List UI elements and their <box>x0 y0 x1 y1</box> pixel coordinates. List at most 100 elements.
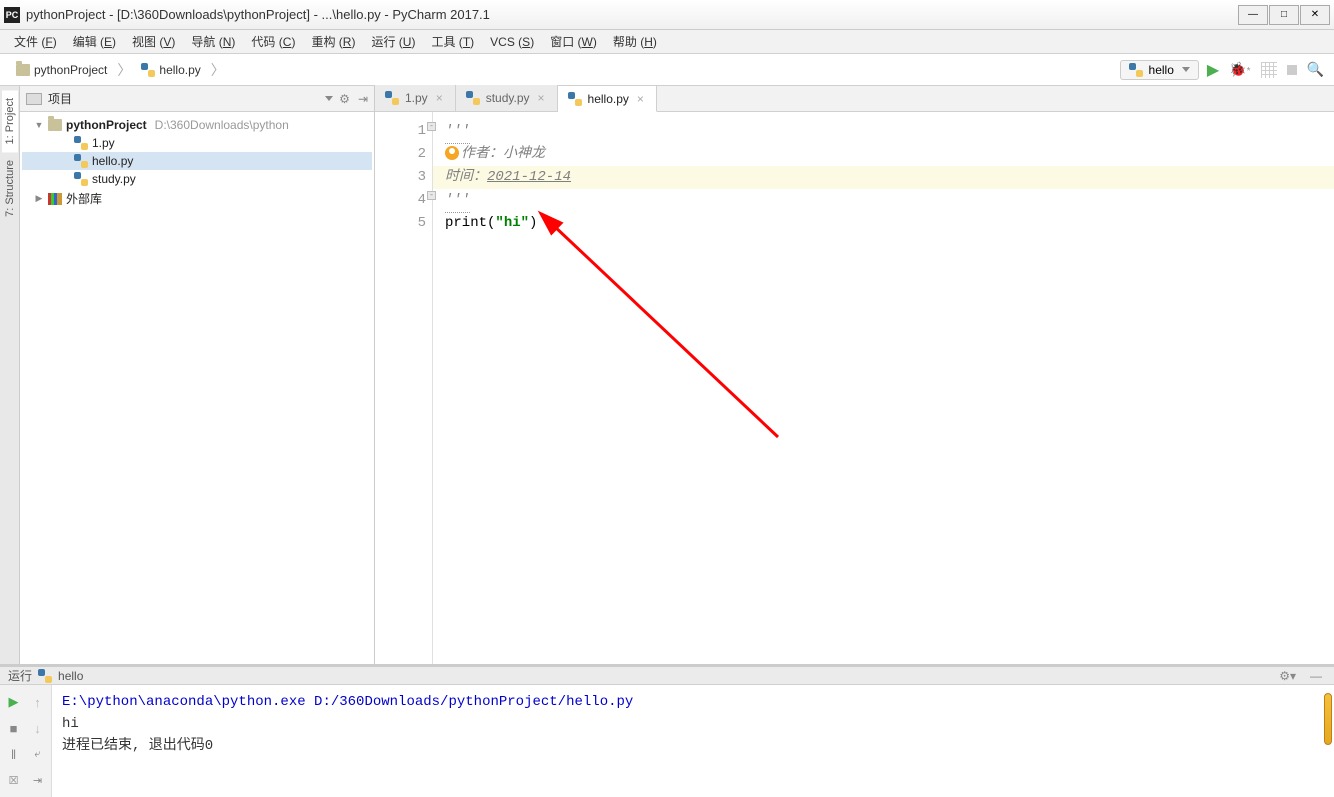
chevron-down-icon <box>1182 67 1190 72</box>
left-tool-tabs: 1: Project7: Structure <box>0 86 20 664</box>
python-icon <box>466 91 480 105</box>
code-line[interactable]: ''' <box>445 189 1334 212</box>
menu-s[interactable]: VCS (S) <box>482 33 542 51</box>
project-panel-header: 项目 ⚙ ⇥ <box>20 86 374 112</box>
menu-e[interactable]: 编辑 (E) <box>65 31 124 52</box>
run-panel-header: 运行 hello ⚙▾ — <box>0 667 1334 685</box>
soft-wrap-button[interactable]: ⤶ <box>29 745 47 763</box>
search-everywhere-button[interactable]: 🔍 <box>1307 61 1324 78</box>
stop-button[interactable]: ■ <box>5 719 23 737</box>
tool-tab-structure[interactable]: 7: Structure <box>2 152 18 225</box>
maximize-button[interactable]: □ <box>1269 5 1299 25</box>
tree-label: hello.py <box>92 154 133 168</box>
close-tab-icon[interactable]: × <box>536 91 547 105</box>
toolbar-actions: ▶ 🐞 🔍 <box>1207 60 1324 80</box>
python-icon <box>38 669 52 683</box>
window-title: pythonProject - [D:\360Downloads\pythonP… <box>26 7 1238 22</box>
code-line[interactable]: 作者：小神龙 <box>445 143 1334 166</box>
tree-item[interactable]: study.py <box>22 170 372 188</box>
tree-item[interactable]: ▼ pythonProject D:\360Downloads\python <box>22 116 372 134</box>
scroll-end-button[interactable]: ⇥ <box>29 771 47 789</box>
editor-tab[interactable]: hello.py× <box>558 86 657 112</box>
settings-icon[interactable]: ⚙ <box>339 92 350 106</box>
menu-r[interactable]: 重构 (R) <box>303 31 363 52</box>
run-hide-icon[interactable]: — <box>1306 669 1326 683</box>
code-line[interactable]: 时间：2021-12-14 <box>433 166 1334 189</box>
editor-tab[interactable]: 1.py × <box>375 85 456 111</box>
tool-tab-project[interactable]: 1: Project <box>2 90 18 152</box>
python-icon <box>74 172 88 186</box>
editor-tab[interactable]: study.py× <box>456 85 558 111</box>
menu-u[interactable]: 运行 (U) <box>363 31 423 52</box>
coverage-button[interactable] <box>1261 62 1277 78</box>
menu-f[interactable]: 文件 (F) <box>6 31 65 52</box>
breadcrumb-item[interactable]: pythonProject <box>10 61 113 79</box>
python-icon <box>385 91 399 105</box>
menu-t[interactable]: 工具 (T) <box>423 31 482 52</box>
run-panel-config-name: hello <box>58 669 83 683</box>
menu-w[interactable]: 窗口 (W) <box>542 31 605 52</box>
folder-icon <box>16 64 30 76</box>
chevron-right-icon: 〉 <box>117 60 131 80</box>
menu-c[interactable]: 代码 (C) <box>243 31 303 52</box>
line-number: 5 <box>375 212 426 235</box>
close-tab-icon[interactable]: × <box>635 92 646 106</box>
close-tab-button[interactable]: ☒ <box>5 771 23 789</box>
project-tree[interactable]: ▼ pythonProject D:\360Downloads\python 1.py… <box>20 112 374 664</box>
folder-icon <box>48 119 62 131</box>
tab-label: 1.py <box>405 91 428 105</box>
close-button[interactable]: ✕ <box>1300 5 1330 25</box>
tree-path: D:\360Downloads\python <box>155 118 289 132</box>
chevron-down-icon[interactable] <box>325 96 333 101</box>
code-line[interactable]: print("hi") <box>445 212 1334 235</box>
menu-bar: 文件 (F)编辑 (E)视图 (V)导航 (N)代码 (C)重构 (R)运行 (… <box>0 30 1334 54</box>
line-number: 4 <box>375 189 426 212</box>
menu-n[interactable]: 导航 (N) <box>183 31 243 52</box>
tree-arrow-icon[interactable]: ▶ <box>34 193 44 204</box>
down-stack-button[interactable]: ↓ <box>29 719 47 737</box>
project-panel: 项目 ⚙ ⇥ ▼ pythonProject D:\360Downloads\pyt… <box>20 86 375 664</box>
python-icon <box>1129 63 1143 77</box>
collapse-icon[interactable]: ⇥ <box>358 92 368 106</box>
editor-area: 1.py×study.py×hello.py× - - 12345 '''作者：… <box>375 86 1334 664</box>
python-icon <box>74 154 88 168</box>
minimize-button[interactable]: — <box>1238 5 1268 25</box>
console-line: E:\python\anaconda\python.exe D:/360Down… <box>62 691 1324 713</box>
breadcrumb-item[interactable]: hello.py <box>135 61 206 79</box>
pause-button[interactable]: ‖ <box>5 745 23 763</box>
code-editor[interactable]: - - 12345 '''作者：小神龙时间：2021-12-14'''print… <box>375 112 1334 664</box>
navigation-bar: pythonProject〉hello.py〉 hello ▶ 🐞 🔍 <box>0 54 1334 86</box>
breadcrumb: pythonProject〉hello.py〉 <box>10 60 1120 80</box>
menu-v[interactable]: 视图 (V) <box>124 31 183 52</box>
editor-content[interactable]: '''作者：小神龙时间：2021-12-14'''print("hi") <box>433 112 1334 664</box>
console-output[interactable]: E:\python\anaconda\python.exe D:/360Down… <box>52 685 1334 797</box>
tree-item[interactable]: 1.py <box>22 134 372 152</box>
rerun-button[interactable]: ▶ <box>5 693 23 711</box>
project-view-icon <box>26 93 42 105</box>
tree-item[interactable]: ▶ 外部库 <box>22 188 372 209</box>
stop-button[interactable] <box>1287 65 1297 75</box>
run-configuration-selector[interactable]: hello <box>1120 60 1199 80</box>
line-number: 1 <box>375 120 426 143</box>
python-icon <box>74 136 88 150</box>
menu-h[interactable]: 帮助 (H) <box>605 31 665 52</box>
up-stack-button[interactable]: ↑ <box>29 693 47 711</box>
tree-arrow-icon[interactable]: ▼ <box>34 120 44 130</box>
close-tab-icon[interactable]: × <box>434 91 445 105</box>
main-area: 1: Project7: Structure 项目 ⚙ ⇥ ▼ pythonPro… <box>0 86 1334 664</box>
window-controls: — □ ✕ <box>1238 5 1330 25</box>
tree-label: pythonProject <box>66 118 147 132</box>
tree-label: study.py <box>92 172 136 186</box>
tree-label: 外部库 <box>66 190 102 207</box>
project-panel-title: 项目 <box>48 90 317 107</box>
code-line[interactable]: ''' <box>445 120 1334 143</box>
tree-label: 1.py <box>92 136 115 150</box>
breadcrumb-label: hello.py <box>159 63 200 77</box>
run-button[interactable]: ▶ <box>1207 60 1219 80</box>
tree-item[interactable]: hello.py <box>22 152 372 170</box>
debug-button[interactable]: 🐞 <box>1229 61 1250 78</box>
scrollbar-vertical[interactable] <box>1324 693 1332 745</box>
breadcrumb-label: pythonProject <box>34 63 107 77</box>
run-settings-icon[interactable]: ⚙▾ <box>1275 669 1300 683</box>
console-line: hi <box>62 713 1324 735</box>
